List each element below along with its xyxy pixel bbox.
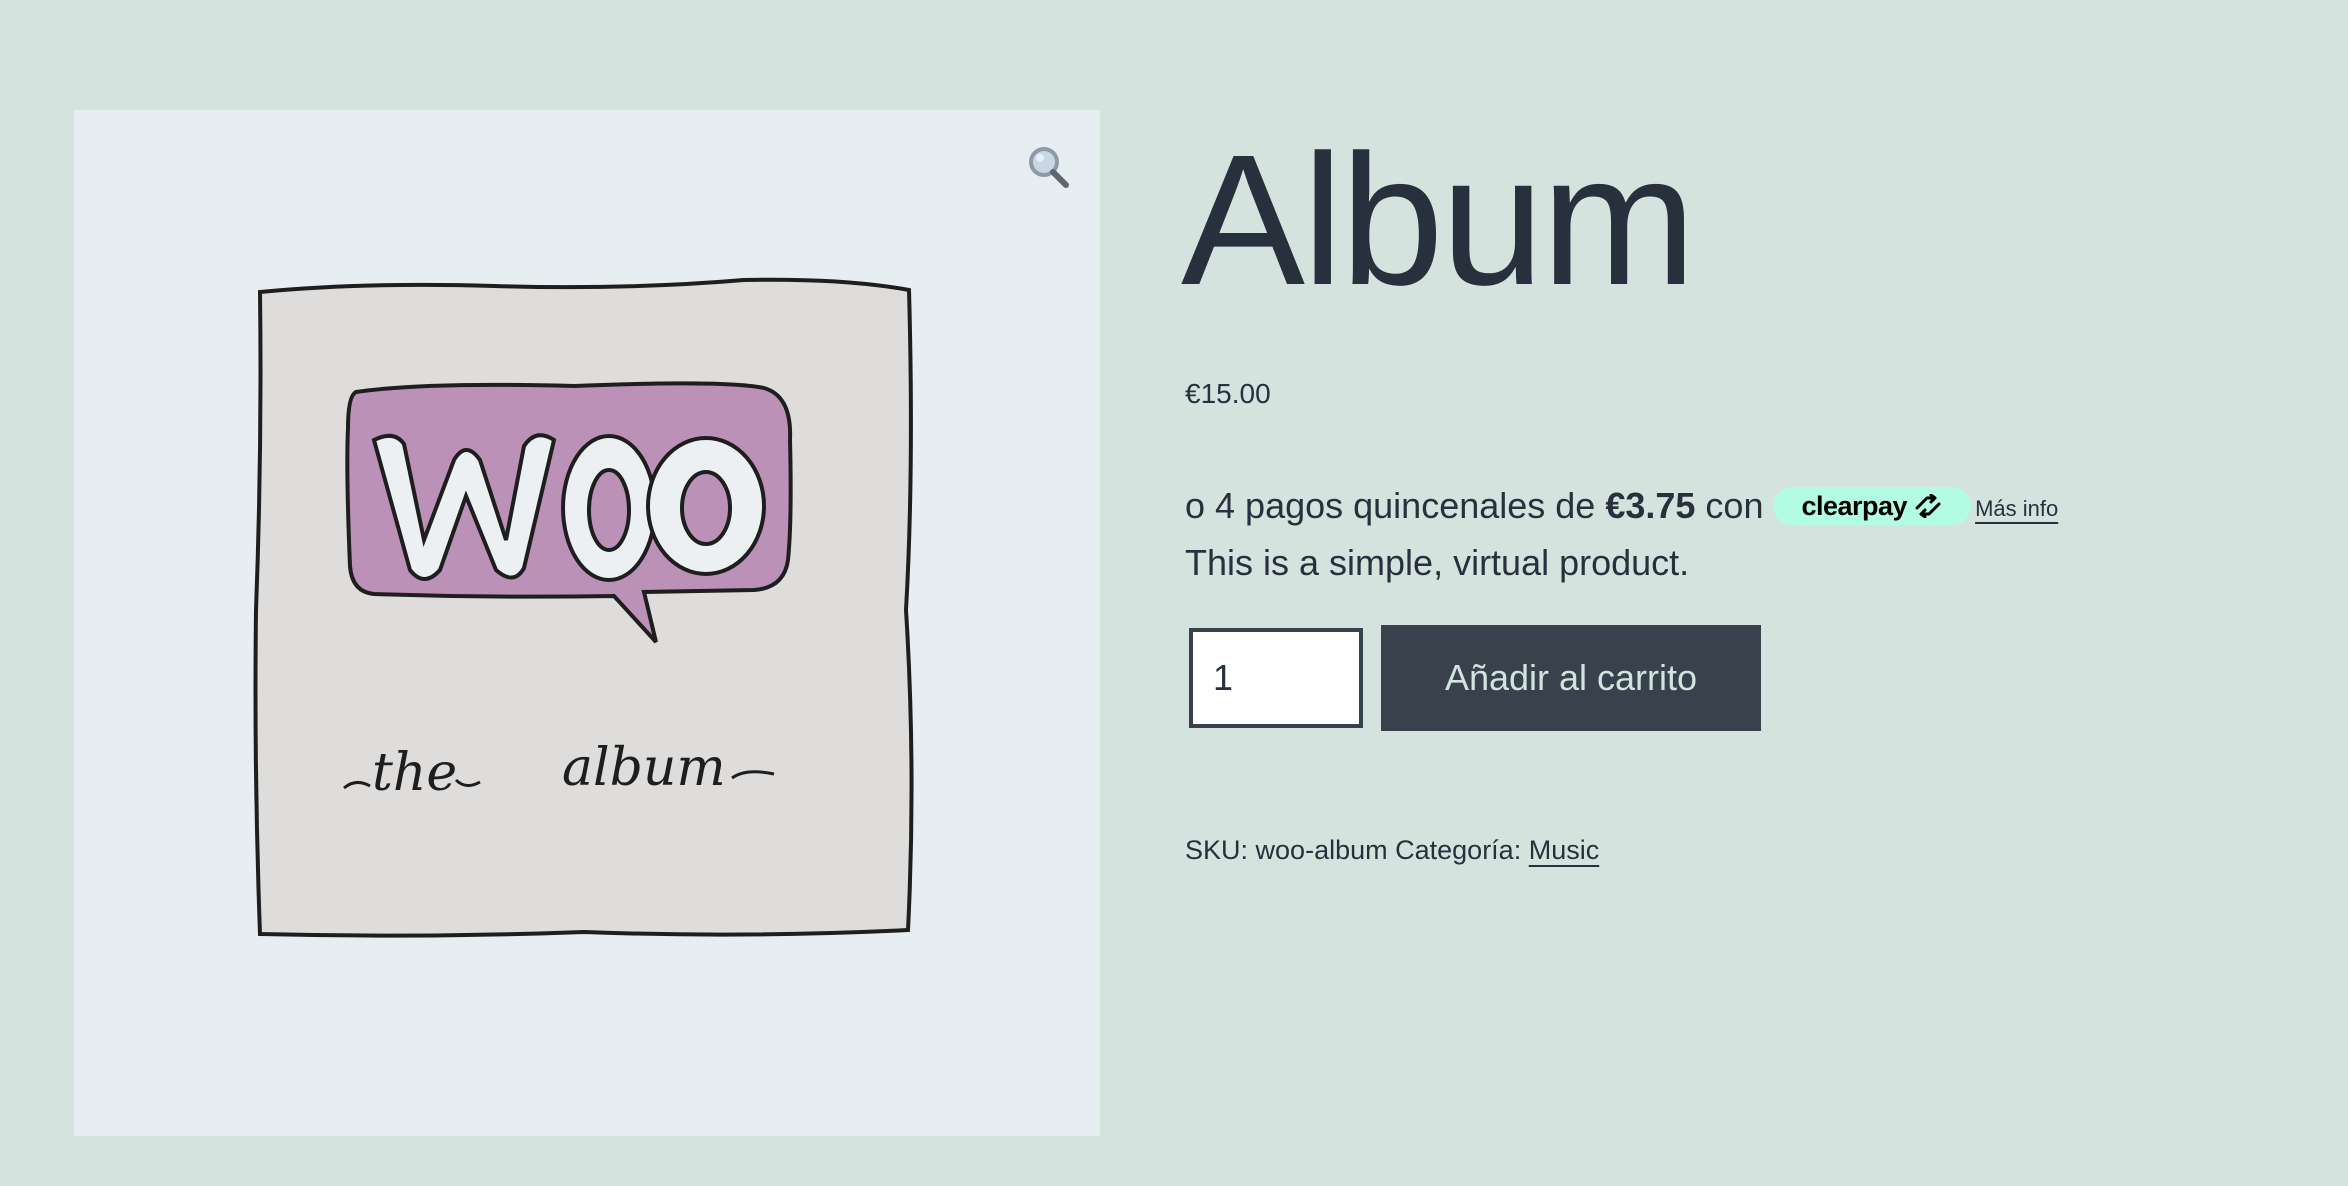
zoom-icon[interactable] bbox=[1026, 144, 1072, 190]
clearpay-amount: €3.75 bbox=[1605, 485, 1696, 526]
product-short-description: This is a simple, virtual product. bbox=[1185, 542, 1690, 583]
product-meta: SKU: woo-album Categoría: Music bbox=[1185, 835, 1599, 866]
category-label: Categoría: bbox=[1395, 835, 1522, 865]
clearpay-arrows-icon bbox=[1915, 494, 1941, 518]
sku-label: SKU: bbox=[1185, 835, 1249, 865]
album-artwork: the album bbox=[244, 270, 924, 950]
album-caption-right: album bbox=[562, 738, 726, 798]
album-paper bbox=[253, 277, 914, 938]
product-title: Album bbox=[1181, 117, 1696, 324]
product-gallery: the album bbox=[74, 110, 1100, 1136]
album-caption-left: the bbox=[372, 743, 457, 803]
add-to-cart-form: Añadir al carrito bbox=[1189, 625, 1761, 731]
more-info-link[interactable]: Más info bbox=[1975, 496, 2058, 522]
quantity-input[interactable] bbox=[1189, 628, 1363, 728]
product-price: €15.00 bbox=[1185, 378, 1271, 409]
clearpay-brand: clearpay bbox=[1801, 490, 1908, 521]
product-page: the album Album €15.00 o 4 pagos quincen… bbox=[0, 0, 2348, 1186]
clearpay-message: o 4 pagos quincenales de €3.75 con clear… bbox=[1185, 485, 2058, 527]
clearpay-logo: clearpay bbox=[1773, 487, 1972, 525]
sku-value: woo-album bbox=[1255, 835, 1388, 865]
clearpay-prefix: o 4 pagos quincenales de bbox=[1185, 485, 1596, 526]
category-link[interactable]: Music bbox=[1529, 835, 1600, 865]
add-to-cart-button[interactable]: Añadir al carrito bbox=[1381, 625, 1761, 731]
clearpay-con: con bbox=[1705, 485, 1764, 526]
